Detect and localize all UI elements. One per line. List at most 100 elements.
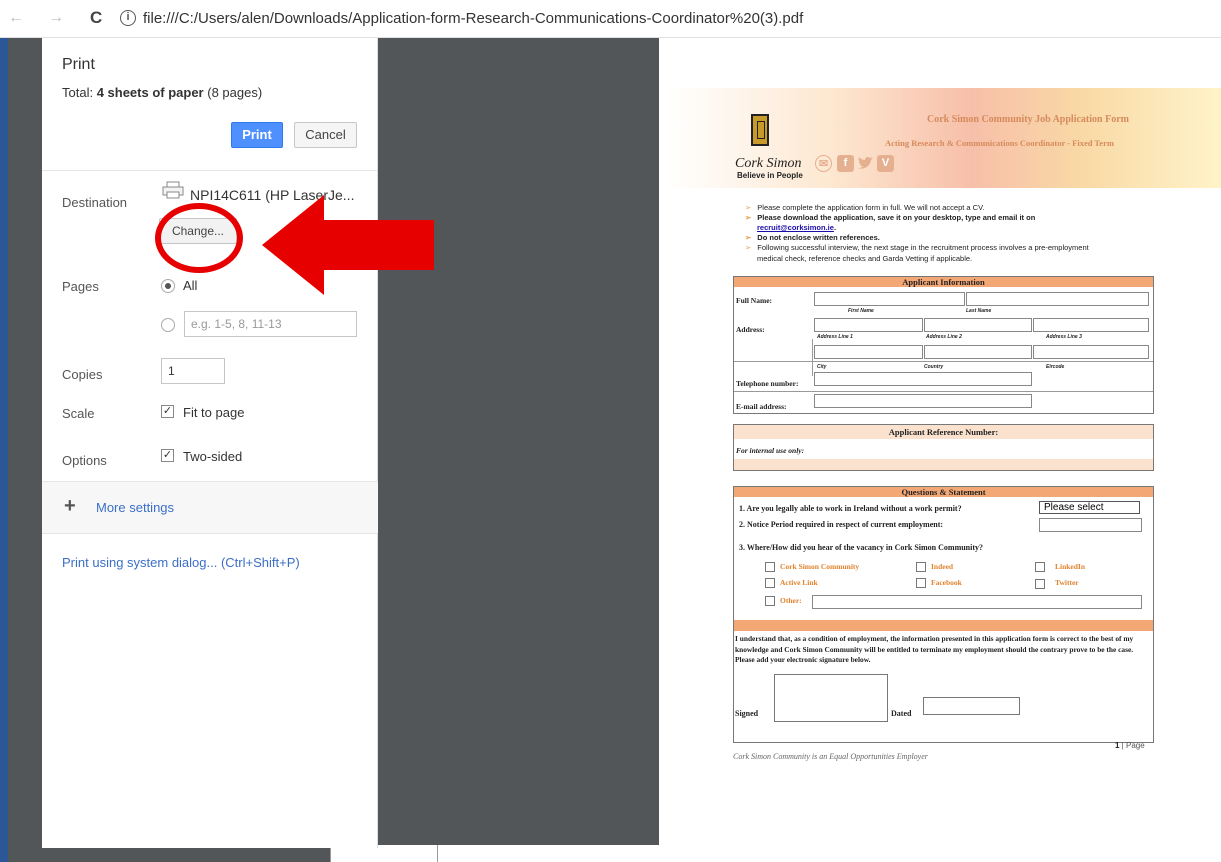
work-permit-select[interactable]: Please select	[1039, 501, 1140, 514]
instruction-link-line: recruit@corksimon.ie.	[757, 223, 837, 232]
cancel-button[interactable]: Cancel	[294, 122, 357, 148]
logo-door-icon	[751, 114, 769, 146]
address-bar: ← → C i file:///C:/Users/alen/Downloads/…	[0, 0, 1221, 38]
reference-section: Applicant Reference Number: For internal…	[733, 424, 1154, 471]
annotation-arrow-icon	[262, 195, 434, 295]
internal-use-label: For internal use only:	[736, 446, 805, 455]
option-checkbox[interactable]	[1035, 579, 1045, 589]
bullet-arrow-icon: ➢	[745, 243, 752, 252]
facebook-icon[interactable]: f	[837, 155, 854, 172]
reload-icon[interactable]: C	[90, 8, 102, 28]
option-checkbox[interactable]	[765, 596, 775, 606]
email-link[interactable]: recruit@corksimon.ie	[757, 223, 834, 232]
option-label: Cork Simon Community	[780, 562, 860, 571]
instruction-bullet: ➢ Please complete the application form in…	[745, 203, 985, 212]
address-line-3-field[interactable]	[1033, 318, 1149, 332]
copies-input[interactable]: 1	[161, 358, 225, 384]
option-checkbox[interactable]	[765, 562, 775, 572]
dated-label: Dated	[891, 709, 912, 718]
destination-label: Destination	[62, 195, 128, 210]
option-checkbox[interactable]	[1035, 562, 1045, 572]
background-page-edge	[330, 845, 1221, 862]
first-name-field[interactable]	[814, 292, 965, 306]
question-3: 3. Where/How did you hear of the vacancy…	[739, 543, 984, 552]
more-settings-link[interactable]: More settings	[96, 500, 174, 515]
option-label: Other:	[780, 596, 802, 605]
pages-range-input[interactable]: e.g. 1-5, 8, 11-13	[184, 311, 357, 337]
statement-text: I understand that, as a condition of emp…	[735, 634, 1134, 664]
city-field[interactable]	[814, 345, 923, 359]
address-label: Address:	[736, 325, 765, 334]
twitter-icon[interactable]	[857, 155, 874, 172]
fit-to-page-label: Fit to page	[183, 405, 245, 420]
internal-use-band	[734, 459, 1153, 470]
address-line-2-caption: Address Line 2	[926, 334, 962, 340]
applicant-information-section: Applicant Information Full Name: First N…	[733, 276, 1154, 414]
two-sided-label: Two-sided	[183, 449, 243, 464]
vimeo-icon[interactable]: V	[877, 155, 894, 172]
telephone-label: Telephone number:	[736, 379, 799, 388]
url-field[interactable]: file:///C:/Users/alen/Downloads/Applicat…	[143, 10, 803, 27]
question-1: 1. Are you legally able to work in Irela…	[739, 504, 962, 513]
instruction-bullet: ➢ Do not enclose written references.	[745, 233, 880, 242]
more-settings-row[interactable]: + More settings	[42, 481, 378, 534]
table-divider	[734, 361, 1153, 362]
print-button[interactable]: Print	[231, 122, 283, 148]
questions-heading: Questions & Statement	[734, 487, 1153, 497]
system-dialog-link[interactable]: Print using system dialog... (Ctrl+Shift…	[62, 555, 300, 570]
option-label: LinkedIn	[1055, 562, 1086, 571]
footer-text: Cork Simon Community is an Equal Opportu…	[733, 752, 928, 761]
annotation-circle	[155, 203, 243, 273]
telephone-field[interactable]	[814, 372, 1032, 386]
table-divider	[734, 391, 1153, 392]
scale-label: Scale	[62, 406, 95, 421]
full-name-label: Full Name:	[736, 296, 773, 305]
last-name-caption: Last Name	[966, 308, 992, 314]
forward-icon[interactable]: →	[48, 9, 64, 27]
last-name-field[interactable]	[966, 292, 1149, 306]
instruction-bullet: ➢ Please download the application, save i…	[745, 213, 1036, 222]
option-checkbox[interactable]	[765, 578, 775, 588]
print-sidebar: Print Total: 4 sheets of paper (8 pages)…	[42, 38, 378, 848]
section-heading: Applicant Information	[734, 277, 1153, 287]
country-field[interactable]	[924, 345, 1032, 359]
bullet-arrow-icon: ➢	[745, 233, 752, 242]
pdf-page: Cork Simon Believe in People ✉ f V Cork …	[659, 38, 1221, 845]
logo-tagline: Believe in People	[737, 171, 803, 180]
option-checkbox[interactable]	[916, 578, 926, 588]
copies-label: Copies	[62, 367, 103, 382]
other-field[interactable]	[812, 595, 1142, 609]
eircode-field[interactable]	[1033, 345, 1149, 359]
pages-all-label: All	[183, 278, 198, 293]
address-line-3-caption: Address Line 3	[1046, 334, 1082, 340]
first-name-caption: First Name	[848, 308, 874, 314]
notice-period-field[interactable]	[1039, 518, 1142, 532]
email-icon[interactable]: ✉	[815, 155, 832, 172]
option-label: Active Link	[780, 578, 818, 587]
date-field[interactable]	[923, 697, 1020, 715]
info-icon[interactable]: i	[120, 10, 136, 26]
option-checkbox[interactable]	[916, 562, 926, 572]
pages-custom-radio[interactable]	[161, 318, 175, 332]
print-title: Print	[62, 56, 95, 73]
divider	[42, 170, 378, 171]
question-2: 2. Notice Period required in respect of …	[739, 520, 944, 529]
fit-to-page-checkbox[interactable]: ✓	[161, 405, 174, 418]
divider-band	[734, 620, 1153, 631]
address-line-1-field[interactable]	[814, 318, 923, 332]
print-total: Total: 4 sheets of paper (8 pages)	[62, 85, 263, 100]
form-title: Cork Simon Community Job Application For…	[927, 114, 1129, 125]
option-label: Facebook	[931, 578, 962, 587]
option-label: Twitter	[1055, 578, 1079, 587]
form-subtitle: Acting Research & Communications Coordin…	[885, 138, 1114, 148]
two-sided-checkbox[interactable]: ✓	[161, 449, 174, 462]
email-field[interactable]	[814, 394, 1032, 408]
back-icon[interactable]: ←	[8, 9, 24, 27]
option-label: Indeed	[931, 562, 954, 571]
pages-label: Pages	[62, 279, 99, 294]
signature-field[interactable]	[774, 674, 888, 722]
page-number: 1 | Page	[1115, 741, 1145, 750]
address-line-2-field[interactable]	[924, 318, 1032, 332]
pages-all-radio[interactable]	[161, 279, 175, 293]
background-page-divider	[437, 845, 438, 862]
